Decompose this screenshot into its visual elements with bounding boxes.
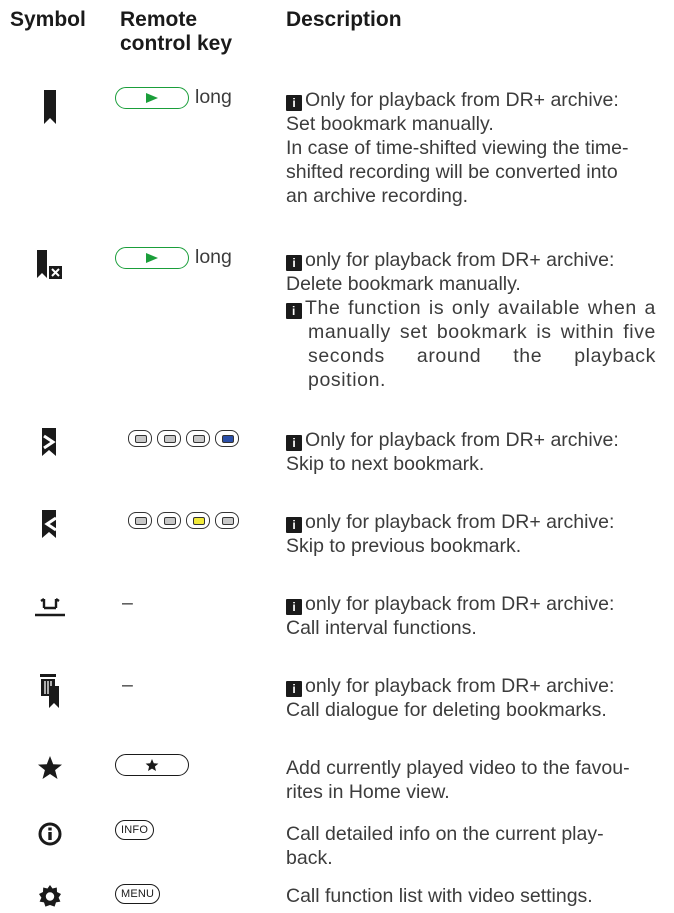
play-key: [115, 246, 189, 269]
info-icon: i: [286, 255, 302, 271]
info-icon: i: [286, 681, 302, 697]
red-key: [128, 430, 152, 447]
favourites-key: [115, 754, 189, 776]
blue-key: [215, 430, 239, 447]
row-description: i only for playback from DR+ archive: Cal…: [286, 675, 615, 721]
interval-icon: [0, 596, 100, 618]
row-description: i only for playback from DR+ archive: Ski…: [286, 511, 615, 557]
bookmark-set-icon: [0, 90, 100, 124]
info-icon: i: [286, 599, 302, 615]
remote-key: INFO: [115, 820, 155, 840]
star-icon: [0, 756, 100, 780]
bookmark-delete-icon: [0, 250, 100, 282]
row-description: Call detailed info on the current play- …: [286, 823, 604, 869]
bookmark-previous-icon: [0, 510, 100, 538]
info-icon: i: [286, 517, 302, 533]
remote-key: –: [122, 592, 133, 614]
info-icon: i: [286, 95, 302, 111]
row-description: i Only for playback from DR+ archive: Set…: [286, 89, 629, 207]
info-circle-icon: [0, 822, 100, 846]
remote-key: MENU: [115, 884, 161, 904]
key-modifier: long: [195, 246, 232, 268]
yellow-key: [186, 430, 210, 447]
column-header-symbol: Symbol: [10, 8, 86, 31]
column-header-remote-key: Remote control key: [120, 8, 233, 55]
info-icon: i: [286, 303, 302, 319]
green-key: [157, 512, 181, 529]
red-key: [128, 512, 152, 529]
blue-key: [215, 512, 239, 529]
color-keys: [128, 430, 244, 447]
delete-bookmarks-icon: [0, 674, 100, 708]
color-keys: [128, 512, 244, 529]
bookmark-next-icon: [0, 428, 100, 456]
row-description: Add currently played video to the favou-…: [286, 757, 630, 803]
play-key: [115, 86, 189, 109]
remote-key: [115, 754, 189, 776]
row-description: i only for playback from DR+ archive: Cal…: [286, 593, 615, 639]
gear-icon: [0, 884, 100, 908]
key-modifier: long: [195, 86, 232, 108]
info-key: INFO: [115, 820, 155, 840]
key-fill: [135, 435, 147, 443]
row-description: Call function list with video settings.: [286, 885, 593, 907]
column-header-description: Description: [286, 8, 402, 31]
yellow-key: [186, 512, 210, 529]
info-icon: i: [286, 435, 302, 451]
menu-key: MENU: [115, 884, 161, 904]
row-description: i Only for playback from DR+ archive: Ski…: [286, 429, 619, 475]
row-description: i only for playback from DR+ archive: Del…: [286, 249, 656, 391]
remote-key: long: [115, 246, 232, 269]
green-key: [157, 430, 181, 447]
remote-key: –: [122, 674, 133, 696]
remote-key: long: [115, 86, 232, 109]
